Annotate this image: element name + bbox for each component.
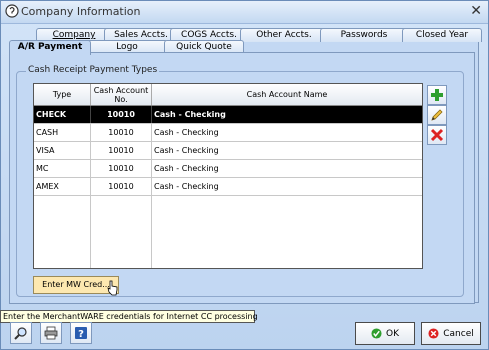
tab-ar-payment[interactable]: A/R Payment <box>9 40 91 55</box>
tab-passwords[interactable]: Passwords <box>320 28 408 42</box>
column-divider <box>90 196 91 268</box>
title-bar: Company Information ✕ <box>1 1 488 24</box>
edit-button[interactable] <box>427 105 447 125</box>
ok-label: OK <box>386 328 399 339</box>
cell-type: CHECK <box>36 106 91 123</box>
cancel-button[interactable]: Cancel <box>421 322 481 345</box>
plus-icon <box>431 89 443 101</box>
tab-passwords-label: Passwords <box>340 30 388 40</box>
x-icon <box>430 128 444 142</box>
col-header-account-no[interactable]: Cash Account No. <box>91 84 152 105</box>
cell-type: MC <box>36 160 91 177</box>
tab-sales-accts-label: Sales Accts. <box>114 30 168 40</box>
column-divider <box>151 196 152 268</box>
window-title: Company Information <box>21 5 141 18</box>
cell-type: VISA <box>36 142 91 159</box>
grid-header: Type Cash Account No. Cash Account Name <box>34 84 422 106</box>
close-icon[interactable]: ✕ <box>470 3 482 19</box>
tab-closed-year[interactable]: Closed Year <box>402 28 482 42</box>
cell-account-no: 10010 <box>91 160 152 177</box>
table-row[interactable]: MC 10010 Cash - Checking <box>34 160 422 178</box>
cancel-label: Cancel <box>443 328 474 339</box>
cell-type: CASH <box>36 124 91 141</box>
question-icon: ? <box>75 327 87 340</box>
tab-other-accts-label: Other Accts. <box>256 30 312 40</box>
printer-icon <box>44 326 58 340</box>
tab-ar-payment-label: A/R Payment <box>17 42 83 52</box>
find-button[interactable] <box>10 322 32 344</box>
cell-account-no: 10010 <box>91 178 152 195</box>
tab-company-label: Company <box>52 30 96 40</box>
tab-cogs-accts-label: COGS Accts. <box>181 30 237 40</box>
magnifier-icon <box>14 327 27 340</box>
cell-account-no: 10010 <box>91 142 152 159</box>
svg-text:?: ? <box>78 329 84 340</box>
payment-types-grid[interactable]: Type Cash Account No. Cash Account Name … <box>33 83 423 269</box>
cell-type: AMEX <box>36 178 91 195</box>
table-row[interactable]: AMEX 10010 Cash - Checking <box>34 178 422 196</box>
cell-account-no: 10010 <box>91 124 152 141</box>
ok-button[interactable]: OK <box>355 322 415 345</box>
tab-quick-quote-label: Quick Quote <box>176 42 232 52</box>
tooltip: Enter the MerchantWARE credentials for I… <box>0 310 258 323</box>
cancel-icon <box>428 328 439 339</box>
app-icon <box>5 4 19 18</box>
table-row[interactable]: CHECK 10010 Cash - Checking <box>34 106 422 124</box>
cell-account-name: Cash - Checking <box>154 182 219 191</box>
cell-account-name: Cash - Checking <box>154 110 226 119</box>
cell-account-no: 10010 <box>91 106 152 123</box>
cell-account-name: Cash - Checking <box>154 128 219 137</box>
checkmark-icon <box>371 328 382 339</box>
group-label: Cash Receipt Payment Types <box>26 65 160 75</box>
col-header-type[interactable]: Type <box>34 84 91 105</box>
tab-closed-year-label: Closed Year <box>415 30 469 40</box>
add-button[interactable] <box>427 85 447 105</box>
help-button[interactable]: ? <box>70 322 92 344</box>
tab-other-accts[interactable]: Other Accts. <box>240 28 328 42</box>
table-row[interactable]: VISA 10010 Cash - Checking <box>34 142 422 160</box>
cell-account-name: Cash - Checking <box>154 146 219 155</box>
table-row[interactable]: CASH 10010 Cash - Checking <box>34 124 422 142</box>
tab-logo-label: Logo <box>116 42 138 52</box>
pencil-icon <box>431 109 443 121</box>
cell-account-name: Cash - Checking <box>154 164 219 173</box>
print-button[interactable] <box>40 322 62 344</box>
col-header-account-name[interactable]: Cash Account Name <box>152 84 422 105</box>
hand-cursor-icon <box>107 280 118 296</box>
delete-button[interactable] <box>427 125 447 145</box>
